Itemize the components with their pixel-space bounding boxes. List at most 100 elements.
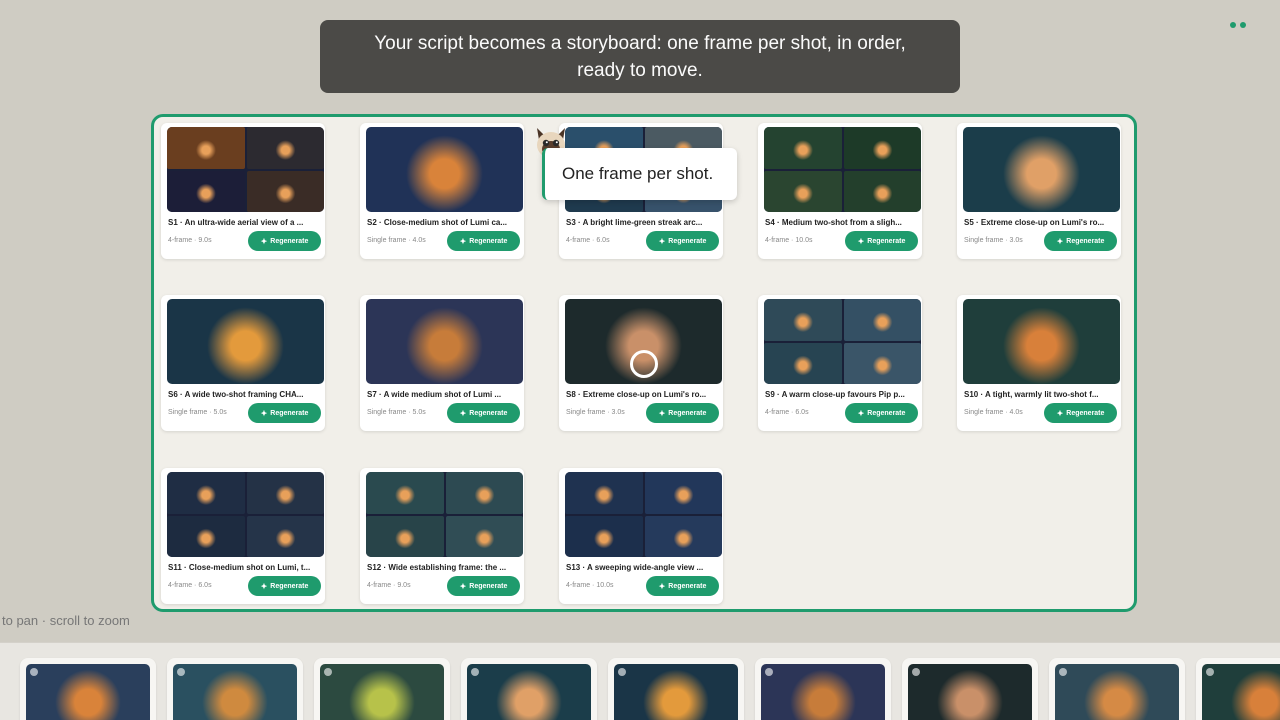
regenerate-button[interactable]: ✦ Regenerate <box>845 403 918 423</box>
magic-wand-icon: ✦ <box>260 236 268 246</box>
filmstrip-thumbnail <box>1055 664 1179 720</box>
regenerate-button[interactable]: ✦ Regenerate <box>447 231 520 251</box>
filmstrip-item[interactable] <box>1196 658 1280 720</box>
shot-thumbnail[interactable] <box>764 299 921 384</box>
shot-card[interactable]: S6 · A wide two-shot framing CHA... Singl… <box>161 295 325 431</box>
shot-thumbnail[interactable] <box>366 127 523 212</box>
filmstrip-dot <box>324 668 332 676</box>
shot-thumbnail[interactable] <box>963 299 1120 384</box>
regenerate-button[interactable]: ✦ Regenerate <box>447 576 520 596</box>
magic-wand-icon: ✦ <box>459 236 467 246</box>
shot-card[interactable]: S2 · Close-medium shot of Lumi ca... Sing… <box>360 123 524 259</box>
filmstrip-item[interactable] <box>1049 658 1185 720</box>
filmstrip-thumbnail <box>467 664 591 720</box>
shot-meta: Single frame · 3.0s <box>566 409 625 416</box>
shot-thumbnail[interactable] <box>963 127 1120 212</box>
shot-card[interactable]: S7 · A wide medium shot of Lumi ... Singl… <box>360 295 524 431</box>
filmstrip-thumbnail <box>26 664 150 720</box>
shot-meta: Single frame · 5.0s <box>168 409 227 416</box>
regenerate-button[interactable]: ✦ Regenerate <box>1044 403 1117 423</box>
regenerate-button[interactable]: ✦ Regenerate <box>646 403 719 423</box>
shot-thumbnail[interactable] <box>366 472 523 557</box>
cursor-indicator <box>630 350 658 378</box>
shot-meta: Single frame · 4.0s <box>964 409 1023 416</box>
regenerate-label: Regenerate <box>867 237 906 245</box>
caption-banner: Your script becomes a storyboard: one fr… <box>320 20 960 93</box>
shot-thumbnail[interactable] <box>764 127 921 212</box>
regenerate-button[interactable]: ✦ Regenerate <box>646 231 719 251</box>
tooltip-text: One frame per shot. <box>562 164 714 183</box>
shot-thumbnail[interactable] <box>167 299 324 384</box>
shot-meta: Single frame · 5.0s <box>367 409 426 416</box>
filmstrip-dot <box>30 668 38 676</box>
regenerate-label: Regenerate <box>867 409 906 417</box>
filmstrip-thumbnail <box>320 664 444 720</box>
shot-card[interactable]: S9 · A warm close-up favours Pip p... 4-f… <box>758 295 922 431</box>
shot-title: S4 · Medium two-shot from a sligh... <box>765 218 902 227</box>
shot-thumbnail[interactable] <box>167 127 324 212</box>
shot-card[interactable]: S11 · Close-medium shot on Lumi, t... 4-f… <box>161 468 325 604</box>
shot-card[interactable]: S4 · Medium two-shot from a sligh... 4-fr… <box>758 123 922 259</box>
regenerate-button[interactable]: ✦ Regenerate <box>248 576 321 596</box>
shot-card[interactable]: S5 · Extreme close-up on Lumi's ro... Sin… <box>957 123 1121 259</box>
filmstrip-item[interactable] <box>755 658 891 720</box>
filmstrip-dot <box>1206 668 1214 676</box>
caption-text: Your script becomes a storyboard: one fr… <box>374 32 906 81</box>
magic-wand-icon: ✦ <box>260 408 268 418</box>
shot-meta: 4-frame · 6.0s <box>566 237 610 244</box>
shot-card[interactable]: S1 · An ultra-wide aerial view of a ... 4… <box>161 123 325 259</box>
regenerate-label: Regenerate <box>668 409 707 417</box>
filmstrip-item[interactable] <box>608 658 744 720</box>
more-icon[interactable] <box>1230 22 1246 28</box>
filmstrip[interactable] <box>0 642 1280 720</box>
regenerate-button[interactable]: ✦ Regenerate <box>646 576 719 596</box>
regenerate-button[interactable]: ✦ Regenerate <box>447 403 520 423</box>
filmstrip-item[interactable] <box>902 658 1038 720</box>
shot-meta: 4-frame · 10.0s <box>765 237 813 244</box>
magic-wand-icon: ✦ <box>658 408 666 418</box>
shot-meta: 4-frame · 10.0s <box>566 582 614 589</box>
regenerate-label: Regenerate <box>469 582 508 590</box>
filmstrip-dot <box>912 668 920 676</box>
magic-wand-icon: ✦ <box>658 236 666 246</box>
regenerate-label: Regenerate <box>1066 409 1105 417</box>
shot-meta: 4-frame · 9.0s <box>367 582 411 589</box>
filmstrip-thumbnail <box>614 664 738 720</box>
shot-title: S10 · A tight, warmly lit two-shot f... <box>964 390 1099 399</box>
filmstrip-thumbnail <box>173 664 297 720</box>
filmstrip-item[interactable] <box>314 658 450 720</box>
filmstrip-item[interactable] <box>20 658 156 720</box>
regenerate-label: Regenerate <box>469 237 508 245</box>
magic-wand-icon: ✦ <box>459 581 467 591</box>
regenerate-button[interactable]: ✦ Regenerate <box>845 231 918 251</box>
magic-wand-icon: ✦ <box>1056 236 1064 246</box>
shot-meta: 4-frame · 6.0s <box>168 582 212 589</box>
filmstrip-dot <box>1059 668 1067 676</box>
magic-wand-icon: ✦ <box>260 581 268 591</box>
shot-meta: Single frame · 4.0s <box>367 237 426 244</box>
shot-card[interactable]: S13 · A sweeping wide-angle view ... 4-fr… <box>559 468 723 604</box>
regenerate-button[interactable]: ✦ Regenerate <box>248 403 321 423</box>
filmstrip-item[interactable] <box>167 658 303 720</box>
shot-card[interactable]: S12 · Wide establishing frame: the ... 4-… <box>360 468 524 604</box>
shot-title: S9 · A warm close-up favours Pip p... <box>765 390 905 399</box>
regenerate-label: Regenerate <box>270 237 309 245</box>
tooltip: One frame per shot. <box>542 148 737 200</box>
regenerate-label: Regenerate <box>270 582 309 590</box>
shot-thumbnail[interactable] <box>565 472 722 557</box>
regenerate-button[interactable]: ✦ Regenerate <box>1044 231 1117 251</box>
shot-title: S3 · A bright lime-green streak arc... <box>566 218 703 227</box>
shot-title: S2 · Close-medium shot of Lumi ca... <box>367 218 508 227</box>
filmstrip-dot <box>471 668 479 676</box>
filmstrip-dot <box>618 668 626 676</box>
shot-thumbnail[interactable] <box>167 472 324 557</box>
filmstrip-thumbnail <box>761 664 885 720</box>
shot-thumbnail[interactable] <box>366 299 523 384</box>
shot-meta: 4-frame · 9.0s <box>168 237 212 244</box>
shot-title: S7 · A wide medium shot of Lumi ... <box>367 390 502 399</box>
regenerate-label: Regenerate <box>668 582 707 590</box>
filmstrip-item[interactable] <box>461 658 597 720</box>
regenerate-button[interactable]: ✦ Regenerate <box>248 231 321 251</box>
filmstrip-dot <box>765 668 773 676</box>
shot-card[interactable]: S10 · A tight, warmly lit two-shot f... S… <box>957 295 1121 431</box>
